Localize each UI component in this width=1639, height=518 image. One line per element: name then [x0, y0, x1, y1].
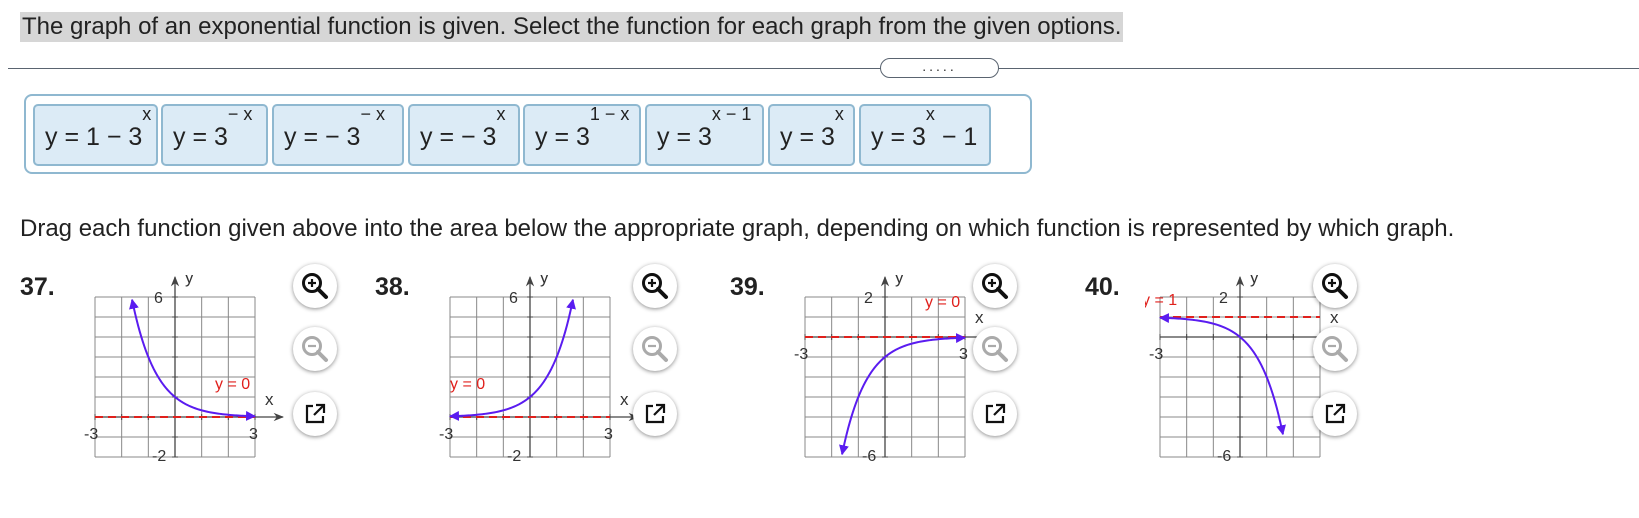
tick-label-ytop: 2 [864, 290, 873, 307]
tile-base: y = 3 [657, 123, 712, 151]
tick-label-xmax: 3 [959, 346, 968, 363]
tick-label-ybottom: -2 [507, 448, 521, 465]
popout-icon [643, 402, 667, 426]
tile-exponent: x [142, 104, 152, 124]
function-tile[interactable]: y = 3x − 1 [859, 104, 991, 166]
popout-button[interactable] [973, 392, 1017, 436]
tick-label-ytop: 6 [154, 290, 163, 307]
popout-button[interactable] [1313, 392, 1357, 436]
tick-label-xmin: -3 [794, 346, 808, 363]
tile-tail: − 1 [934, 123, 978, 151]
zoom-in-icon [1321, 272, 1349, 300]
zoom-out-icon [641, 335, 669, 363]
tick-label-ytop: 2 [1219, 290, 1228, 307]
tile-exponent: − x [360, 104, 385, 124]
tile-exponent: x [834, 104, 844, 124]
graph-39: y x -3 3 2 -6 y = 0 [794, 275, 995, 465]
tick-label-xmax: 3 [249, 426, 258, 443]
x-axis-label: x [1330, 308, 1339, 327]
graph-38: y x -3 3 6 -2 y = 0 [439, 275, 640, 465]
tick-label-xmin: -3 [439, 426, 453, 443]
tile-base: y = 3 [535, 123, 590, 151]
y-axis-label: y [895, 275, 904, 287]
tile-exponent: x [496, 104, 506, 124]
graph-37: y x -3 3 6 -2 y = 0 [84, 275, 285, 465]
function-tile[interactable]: y = 31 − x [523, 104, 641, 166]
resize-handle[interactable]: ..... [880, 58, 999, 78]
problem-number: 37. [20, 273, 55, 301]
popout-button[interactable] [633, 392, 677, 436]
tile-exponent: 1 − x [589, 104, 630, 124]
zoom-in-button[interactable] [973, 264, 1017, 308]
popout-icon [1323, 402, 1347, 426]
problem-number: 40. [1085, 273, 1120, 301]
tile-exponent: x [925, 104, 935, 124]
popout-icon [303, 402, 327, 426]
asymptote-label: y = 0 [925, 294, 960, 311]
zoom-in-icon [641, 272, 669, 300]
tile-base: y = 3 [173, 123, 228, 151]
zoom-in-icon [981, 272, 1009, 300]
function-tile[interactable]: y = 3x − 1 [645, 104, 764, 166]
function-tile[interactable]: y = − 3x [408, 104, 520, 166]
tile-exponent: x − 1 [711, 104, 752, 124]
drag-instruction: Drag each function given above into the … [20, 215, 1455, 242]
function-tile[interactable]: y = 3x [768, 104, 855, 166]
tick-label-ybottom: -2 [152, 448, 166, 465]
tick-label-ybottom: -6 [862, 448, 876, 465]
zoom-in-button[interactable] [633, 264, 677, 308]
divider [8, 68, 1639, 69]
tick-label-ybottom: -6 [1217, 448, 1231, 465]
zoom-out-icon [1321, 335, 1349, 363]
tile-exponent: − x [227, 104, 253, 124]
tick-label-ytop: 6 [509, 290, 518, 307]
zoom-in-button[interactable] [293, 264, 337, 308]
asymptote-label: y = 0 [215, 376, 250, 393]
function-tile[interactable]: y = 3− x [161, 104, 268, 166]
zoom-in-button[interactable] [1313, 264, 1357, 308]
zoom-out-icon [301, 335, 329, 363]
problem-number: 38. [375, 273, 410, 301]
function-tile[interactable]: y = 1 − 3x [33, 104, 158, 166]
popout-icon [983, 402, 1007, 426]
problem-number: 39. [730, 273, 765, 301]
zoom-out-button[interactable] [633, 327, 677, 371]
tile-base: y = − 3 [284, 123, 361, 151]
tick-label-xmax: 3 [604, 426, 613, 443]
asymptote-label: y = 1 [1145, 292, 1177, 309]
tile-base: y = 1 − 3 [45, 123, 143, 151]
zoom-out-button[interactable] [293, 327, 337, 371]
popout-button[interactable] [293, 392, 337, 436]
asymptote-label: y = 0 [450, 376, 485, 393]
zoom-in-icon [301, 272, 329, 300]
tile-base: y = 3 [780, 123, 835, 151]
y-axis-label: y [1250, 275, 1259, 287]
function-palette: y = 1 − 3x y = 3− x y = − 3− x y = − 3x … [24, 94, 1032, 174]
tick-label-xmin: -3 [84, 426, 98, 443]
tile-base: y = − 3 [420, 123, 497, 151]
zoom-out-icon [981, 335, 1009, 363]
instruction-text: The graph of an exponential function is … [20, 12, 1124, 42]
y-axis-label: y [540, 275, 549, 287]
tile-base: y = 3 [871, 123, 926, 151]
zoom-out-button[interactable] [1313, 327, 1357, 371]
x-axis-label: x [975, 308, 984, 327]
x-axis-label: x [265, 390, 274, 409]
zoom-out-button[interactable] [973, 327, 1017, 371]
x-axis-label: x [620, 390, 629, 409]
function-tile[interactable]: y = − 3− x [272, 104, 404, 166]
y-axis-label: y [185, 275, 194, 287]
tick-label-xmin: -3 [1149, 346, 1163, 363]
